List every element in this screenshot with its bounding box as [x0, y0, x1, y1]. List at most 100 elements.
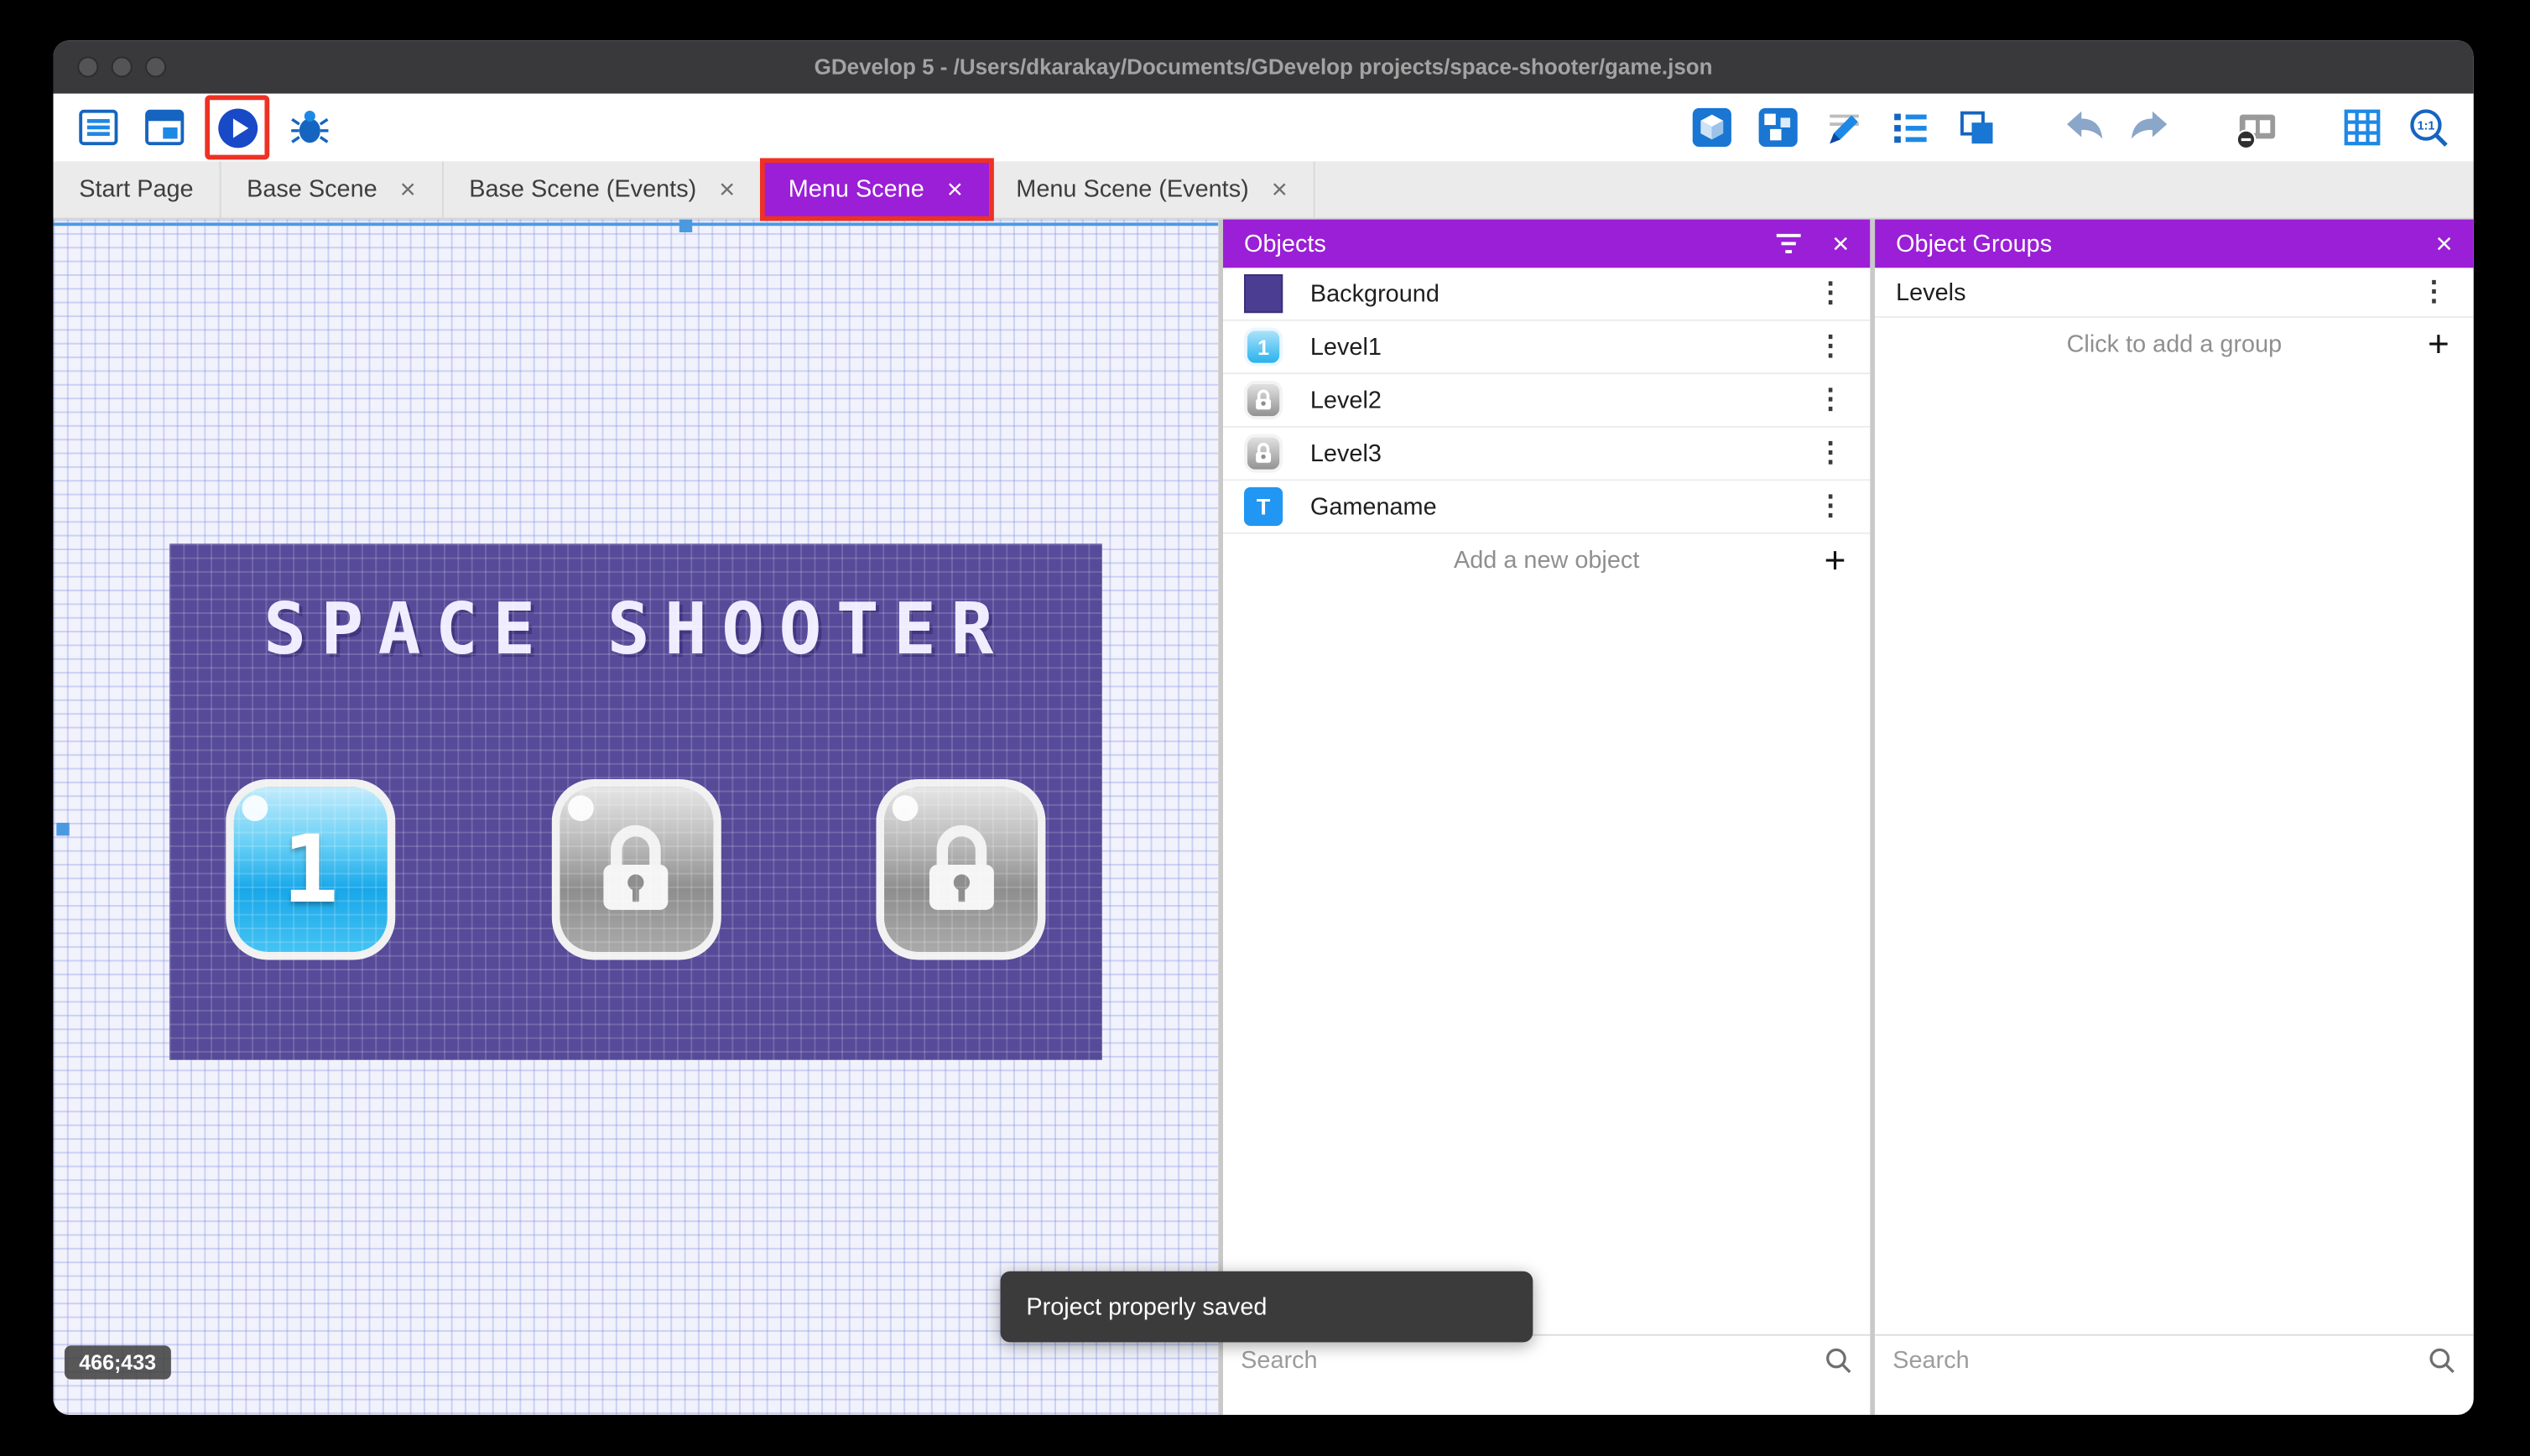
add-object-plus-icon[interactable]: +: [1825, 542, 1846, 579]
tab-close-icon[interactable]: ×: [719, 176, 735, 204]
object-groups-icon: [1757, 107, 1799, 148]
background-instance[interactable]: SPACE SHOOTER 1: [169, 543, 1102, 1060]
project-manager-icon: [77, 107, 119, 148]
add-new-object-label: Add a new object: [1454, 547, 1639, 575]
open-instances-list-button[interactable]: [1885, 101, 1937, 153]
tab-menu-scene[interactable]: Menu Scene ×: [763, 161, 991, 217]
tab-base-scene-events[interactable]: Base Scene (Events) ×: [443, 161, 763, 217]
row-menu-icon[interactable]: ⋮: [1814, 437, 1847, 469]
tab-close-icon[interactable]: ×: [400, 176, 416, 204]
object-name: Gamename: [1310, 493, 1814, 521]
titlebar: GDevelop 5 - /Users/dkarakay/Documents/G…: [53, 40, 2473, 93]
groups-search-input[interactable]: [1892, 1346, 2415, 1374]
filter-icon[interactable]: [1776, 232, 1804, 255]
add-new-object-row[interactable]: Add a new object +: [1223, 534, 1870, 587]
object-groups-title: Object Groups: [1896, 230, 2407, 257]
instances-list-icon: [1889, 107, 1931, 148]
undo-icon: [2061, 108, 2105, 147]
locked-thumbnail-icon: [1244, 434, 1283, 472]
save-toast: Project properly saved: [1001, 1271, 1533, 1343]
toast-message: Project properly saved: [1026, 1293, 1267, 1321]
debugger-button[interactable]: [284, 101, 336, 153]
open-properties-button[interactable]: [1819, 101, 1871, 153]
lock-icon: [920, 821, 1001, 918]
toggle-grid-button[interactable]: [2336, 101, 2388, 153]
object-row-gamename[interactable]: T Gamename ⋮: [1223, 481, 1870, 533]
tab-base-scene[interactable]: Base Scene ×: [221, 161, 443, 217]
preview-highlight-box: [205, 95, 269, 159]
level1-thumbnail-icon: 1: [1244, 327, 1283, 366]
open-objects-editor-button[interactable]: [1686, 101, 1738, 153]
group-name: Levels: [1896, 278, 2417, 306]
toggle-mask-button[interactable]: [2230, 101, 2282, 153]
object-row-level2[interactable]: Level2 ⋮: [1223, 374, 1870, 427]
tab-close-icon[interactable]: ×: [947, 176, 963, 204]
close-objects-panel-icon[interactable]: ×: [1832, 229, 1849, 258]
layers-icon: [1955, 107, 1997, 148]
traffic-lights: [77, 40, 166, 93]
add-group-plus-icon[interactable]: +: [2428, 326, 2449, 363]
scene-title-text[interactable]: SPACE SHOOTER: [169, 589, 1102, 671]
object-name: Background: [1310, 280, 1814, 308]
row-menu-icon[interactable]: ⋮: [1814, 330, 1847, 362]
scene-window-icon: [143, 107, 185, 148]
object-name: Level3: [1310, 439, 1814, 467]
object-row-level3[interactable]: Level3 ⋮: [1223, 428, 1870, 481]
redo-button[interactable]: [2123, 101, 2175, 153]
zoom-1-1-icon: 1:1: [2407, 106, 2450, 149]
objects-cube-icon: [1691, 107, 1733, 148]
level3-button-instance[interactable]: [876, 779, 1045, 959]
undo-button[interactable]: [2057, 101, 2109, 153]
objects-search-input[interactable]: [1241, 1346, 1812, 1374]
groups-panel-empty: [1875, 371, 2474, 1334]
row-menu-icon[interactable]: ⋮: [2417, 276, 2450, 308]
level1-number: 1: [234, 788, 388, 952]
add-group-row[interactable]: Click to add a group +: [1875, 318, 2474, 371]
row-menu-icon[interactable]: ⋮: [1814, 491, 1847, 523]
lock-icon: [596, 821, 676, 918]
group-row-levels[interactable]: Levels ⋮: [1875, 268, 2474, 318]
grid-icon: [2341, 107, 2383, 148]
project-manager-button[interactable]: [73, 101, 125, 153]
objects-panel: Objects × Background ⋮ 1 Level1: [1223, 220, 1870, 1415]
object-name: Level1: [1310, 333, 1814, 361]
objects-panel-empty: [1223, 587, 1870, 1334]
level2-button-instance[interactable]: [551, 779, 721, 959]
scene-canvas[interactable]: SPACE SHOOTER 1: [53, 220, 1218, 1415]
groups-search-bar: [1875, 1334, 2474, 1385]
close-window-button[interactable]: [77, 56, 98, 77]
svg-text:1:1: 1:1: [2417, 119, 2434, 133]
row-menu-icon[interactable]: ⋮: [1814, 384, 1847, 416]
zoom-window-button[interactable]: [145, 56, 166, 77]
close-groups-panel-icon[interactable]: ×: [2435, 229, 2452, 258]
selection-handle-top[interactable]: [679, 220, 692, 232]
minimize-window-button[interactable]: [112, 56, 133, 77]
add-group-label: Click to add a group: [2067, 330, 2283, 358]
tab-start-page[interactable]: Start Page: [53, 161, 221, 217]
tab-label: Base Scene: [247, 176, 377, 204]
row-menu-icon[interactable]: ⋮: [1814, 278, 1847, 309]
main-area: SPACE SHOOTER 1: [53, 220, 2473, 1415]
preview-button[interactable]: [213, 103, 262, 152]
locked-thumbnail-icon: [1244, 381, 1283, 419]
zoom-button[interactable]: 1:1: [2402, 101, 2455, 153]
selection-handle-left[interactable]: [56, 823, 69, 835]
search-icon: [2428, 1346, 2456, 1374]
gloss-dot: [893, 795, 919, 821]
tab-label: Start Page: [79, 176, 193, 204]
film-mask-minus-icon: [2233, 106, 2278, 149]
object-row-level1[interactable]: 1 Level1 ⋮: [1223, 321, 1870, 374]
object-row-background[interactable]: Background ⋮: [1223, 268, 1870, 320]
screen: GDevelop 5 - /Users/dkarakay/Documents/G…: [0, 0, 2530, 1456]
search-icon: [1825, 1346, 1852, 1374]
level1-button-instance[interactable]: 1: [226, 779, 395, 959]
open-object-groups-editor-button[interactable]: [1752, 101, 1804, 153]
tab-menu-scene-events[interactable]: Menu Scene (Events) ×: [991, 161, 1315, 217]
tab-label: Base Scene (Events): [469, 176, 696, 204]
open-layers-editor-button[interactable]: [1951, 101, 2003, 153]
pencil-edit-icon: [1824, 107, 1866, 148]
text-object-icon: T: [1244, 487, 1283, 526]
start-page-button[interactable]: [138, 101, 190, 153]
tab-close-icon[interactable]: ×: [1272, 176, 1288, 204]
object-groups-panel: Object Groups × Levels ⋮ Click to add a …: [1875, 220, 2474, 1415]
